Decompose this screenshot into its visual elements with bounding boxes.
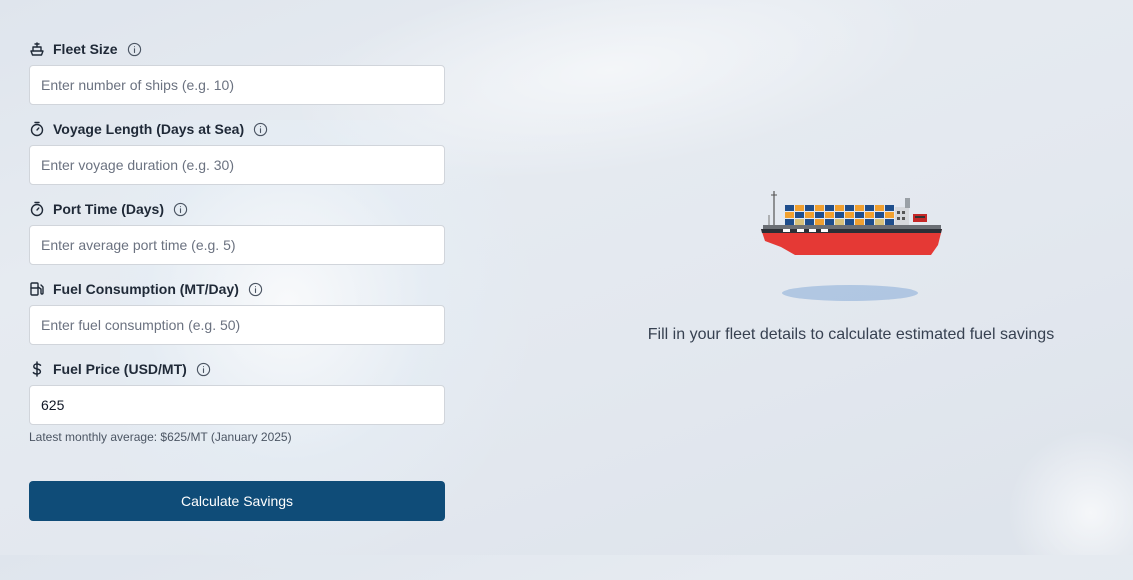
port-time-input[interactable] [29, 225, 445, 265]
fleet-size-label: Fleet Size [53, 41, 118, 57]
calculate-savings-button[interactable]: Calculate Savings [29, 481, 445, 521]
fuel-consumption-input[interactable] [29, 305, 445, 345]
container-ship-illustration [755, 185, 950, 305]
voyage-length-label-row: Voyage Length (Days at Sea) [29, 116, 445, 142]
fleet-size-input[interactable] [29, 65, 445, 105]
fuel-consumption-field: Fuel Consumption (MT/Day) [29, 276, 445, 356]
fuel-pump-icon [29, 281, 45, 297]
dollar-icon [29, 361, 45, 377]
ship-icon [29, 41, 45, 57]
fuel-price-input[interactable] [29, 385, 445, 425]
info-icon[interactable] [173, 202, 188, 217]
fleet-size-label-row: Fleet Size [29, 36, 445, 62]
timer-icon [29, 121, 45, 137]
fleet-size-field: Fleet Size [29, 36, 445, 116]
info-icon[interactable] [127, 42, 142, 57]
fuel-price-hint: Latest monthly average: $625/MT (January… [29, 430, 292, 444]
results-empty-message: Fill in your fleet details to calculate … [647, 326, 1055, 343]
voyage-length-label: Voyage Length (Days at Sea) [53, 121, 245, 137]
timer-icon [29, 201, 45, 217]
fuel-price-field: Fuel Price (USD/MT) Latest monthly avera… [29, 356, 445, 444]
port-time-label-row: Port Time (Days) [29, 196, 445, 222]
info-icon[interactable] [196, 362, 211, 377]
port-time-label: Port Time (Days) [53, 201, 164, 217]
info-icon[interactable] [248, 282, 263, 297]
fleet-details-form: Fleet Size Voyage Length (Days at Sea) [29, 36, 445, 444]
info-icon[interactable] [253, 122, 268, 137]
voyage-length-input[interactable] [29, 145, 445, 185]
fuel-price-label: Fuel Price (USD/MT) [53, 361, 187, 377]
voyage-length-field: Voyage Length (Days at Sea) [29, 116, 445, 196]
fuel-consumption-label-row: Fuel Consumption (MT/Day) [29, 276, 445, 302]
port-time-field: Port Time (Days) [29, 196, 445, 276]
fuel-price-label-row: Fuel Price (USD/MT) [29, 356, 445, 382]
fuel-consumption-label: Fuel Consumption (MT/Day) [53, 281, 239, 297]
